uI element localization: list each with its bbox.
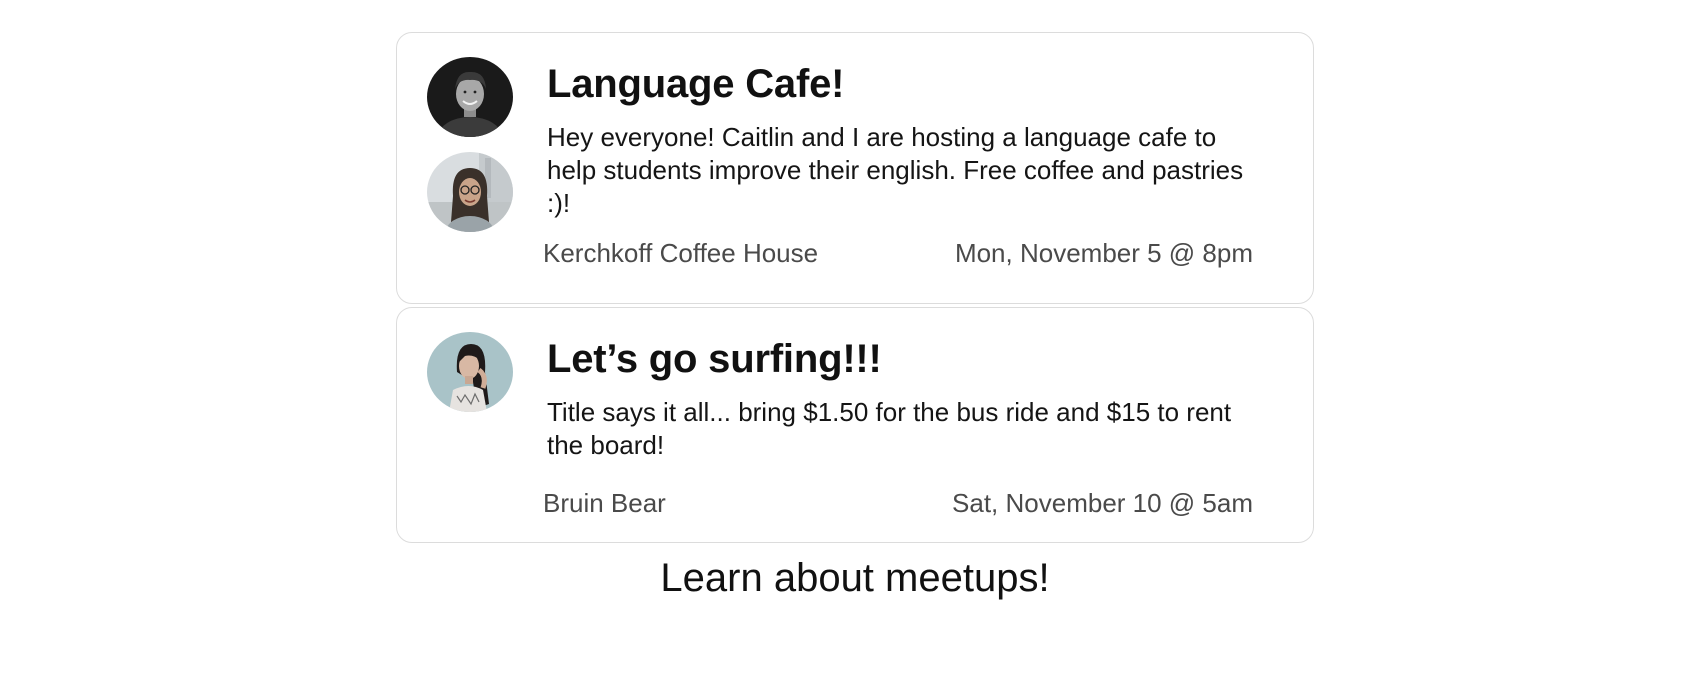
avatar-photo-woman-glasses — [427, 152, 513, 232]
event-content: Let’s go surfing!!! Title says it all...… — [547, 336, 1247, 462]
event-datetime: Sat, November 10 @ 5am — [952, 488, 1253, 518]
event-meta: Kerchkoff Coffee House Mon, November 5 @… — [543, 238, 1253, 269]
event-meta: Bruin Bear Sat, November 10 @ 5am — [543, 488, 1253, 519]
event-feed: Language Cafe! Hey everyone! Caitlin and… — [396, 32, 1314, 543]
event-description: Hey everyone! Caitlin and I are hosting … — [547, 122, 1244, 218]
event-content: Language Cafe! Hey everyone! Caitlin and… — [547, 61, 1247, 220]
event-description: Title says it all... bring $1.50 for the… — [547, 397, 1232, 460]
event-location: Kerchkoff Coffee House — [543, 238, 819, 268]
event-location: Bruin Bear — [543, 488, 666, 518]
event-title[interactable]: Language Cafe! — [547, 61, 1247, 107]
event-card[interactable]: Let’s go surfing!!! Title says it all...… — [396, 307, 1314, 543]
attendee-avatars — [427, 332, 513, 412]
avatar[interactable] — [427, 332, 513, 412]
learn-about-meetups-link[interactable]: Learn about meetups! — [396, 556, 1314, 601]
event-datetime: Mon, November 5 @ 8pm — [954, 238, 1253, 268]
attendee-avatars — [427, 57, 513, 232]
avatar-photo-woman-dark-hair — [427, 332, 513, 412]
avatar[interactable] — [427, 152, 513, 232]
event-card[interactable]: Language Cafe! Hey everyone! Caitlin and… — [396, 32, 1314, 304]
avatar[interactable] — [427, 57, 513, 137]
avatar-photo-young-man — [427, 57, 513, 137]
event-title[interactable]: Let’s go surfing!!! — [547, 336, 1247, 382]
